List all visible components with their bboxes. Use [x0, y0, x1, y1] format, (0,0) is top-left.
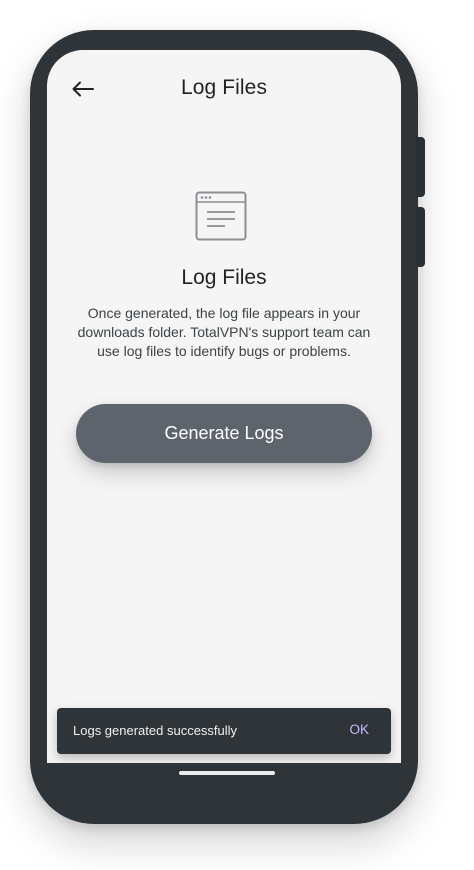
app-bar: Log Files — [47, 50, 401, 128]
page-title: Log Files — [180, 76, 268, 99]
section-heading: Log Files — [181, 266, 267, 289]
window-file-icon — [195, 191, 247, 241]
snackbar: Logs generated successfully OK — [57, 708, 391, 754]
screen: Log Files Log Files Once generated, the … — [47, 50, 401, 763]
description-text: Once generated, the log file appears in … — [77, 305, 371, 359]
generate-logs-button[interactable]: Generate Logs — [76, 404, 372, 463]
stage: Log Files Log Files Once generated, the … — [0, 0, 474, 870]
power-button — [416, 207, 425, 267]
snackbar-message: Logs generated successfully — [73, 723, 238, 738]
snackbar-ok-button[interactable]: OK — [349, 722, 369, 737]
home-indicator[interactable] — [179, 771, 275, 775]
volume-button — [416, 137, 425, 197]
